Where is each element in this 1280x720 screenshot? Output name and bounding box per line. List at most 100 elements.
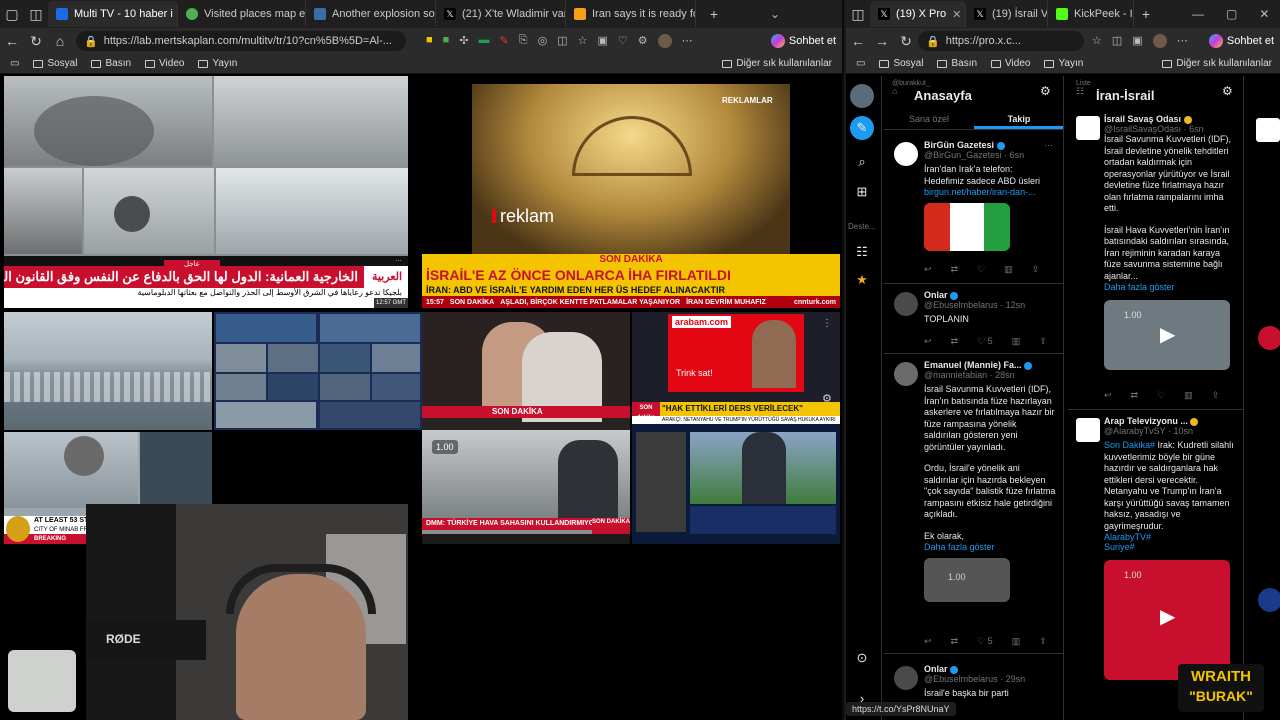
like-icon[interactable]: ♡ 5 [977, 636, 993, 647]
tab-x-pro[interactable]: 𝕏 (19) X Pro ✕ [870, 1, 966, 27]
retweet-icon[interactable]: ⇄ [951, 636, 959, 647]
video-thumbnails[interactable]: 1.00 [924, 558, 1010, 602]
home-icon[interactable]: ⌂ [48, 33, 72, 49]
add-column-icon[interactable]: ⊞ [850, 180, 874, 204]
other-bookmarks[interactable]: Diğer sık kullanılanlar [722, 58, 832, 69]
multi-camera-grid[interactable] [214, 312, 422, 430]
views-icon[interactable]: ▥ [1012, 636, 1021, 647]
compose-icon[interactable]: ✎ [850, 116, 874, 140]
more-vertical-icon[interactable]: ⋮ [822, 318, 832, 329]
collections-icon[interactable]: ▣ [1132, 34, 1142, 48]
other-bookmarks[interactable]: Diğer sık kullanılanlar [1162, 58, 1272, 69]
tweet[interactable]: Emanuel (Mannie) Fa... @manniefabian · 2… [884, 354, 1063, 654]
copilot-button[interactable]: Sohbet et [1208, 34, 1274, 48]
tab-x-wladimir[interactable]: 𝕏 (21) X'te Wladimir van W [436, 1, 566, 27]
refresh-icon[interactable]: ↻ [894, 33, 918, 50]
author-name[interactable]: İsrail Savaş Odası [1104, 114, 1238, 124]
extension-icon[interactable]: ✣ [459, 34, 468, 48]
tab-multitv[interactable]: Multi TV - 10 haber i ✕ [48, 1, 178, 27]
more-icon[interactable]: ⋯ [682, 34, 693, 48]
port-camera-feed[interactable] [4, 312, 212, 430]
playback-speed[interactable]: 1.00 [432, 440, 458, 454]
new-tab-icon[interactable]: + [1134, 6, 1158, 22]
bookmark-folder[interactable]: Yayın [198, 58, 237, 69]
tweet[interactable]: BirGün Gazetesi @BirGun_Gazetesi · 6sn İ… [884, 134, 1063, 284]
retweet-icon[interactable]: ⇄ [1131, 390, 1139, 401]
video-thumbnail[interactable]: 1.00 ▶ [1104, 300, 1230, 370]
retweet-icon[interactable]: ⇄ [951, 336, 959, 347]
tab-for-you[interactable]: Sana özel [884, 110, 974, 129]
author-name[interactable]: Emanuel (Mannie) Fa... [924, 360, 1056, 370]
avatar[interactable] [657, 34, 672, 48]
hashtag[interactable]: AlarabyTV# [1104, 532, 1238, 542]
chevron-down-icon[interactable]: ⌄ [770, 7, 780, 21]
list-icon[interactable]: ☷ [850, 240, 874, 264]
author-name[interactable]: Onlar [924, 664, 1044, 674]
url-field[interactable]: 🔒 https://pro.x.c... [918, 31, 1084, 51]
video-thumbnail[interactable]: 1.00 ▶ [1104, 560, 1230, 680]
refresh-icon[interactable]: ↻ [24, 33, 48, 50]
alarabiya-stream[interactable]: … الخارجية العمانية: الدول لها الحق بالد… [4, 76, 408, 308]
reply-icon[interactable]: ↩ [924, 336, 932, 347]
tweet[interactable]: İsrail Savaş Odası @IsrailSavaşOdası · 6… [1068, 110, 1243, 410]
more-icon[interactable]: ⋯ [1044, 140, 1053, 151]
tweet[interactable]: Onlar @Ebuselmbelarus · 12sn TOPLANIN ↩ ⇄… [884, 284, 1063, 354]
copilot-button[interactable]: Sohbet et [770, 34, 836, 48]
flags-image[interactable] [924, 203, 1010, 251]
settings-icon[interactable]: ⚙ [1222, 84, 1233, 98]
avatar[interactable] [1256, 118, 1280, 142]
more-icon[interactable]: ⋯ [1177, 34, 1188, 48]
bookmark-folder[interactable]: Sosyal [33, 58, 77, 69]
hashtag[interactable]: Suriye# [1104, 542, 1238, 552]
close-window-icon[interactable]: ✕ [1259, 7, 1269, 21]
show-more-link[interactable]: Daha fazla göster [924, 542, 1056, 552]
search-icon[interactable]: ⌕ [850, 150, 874, 174]
back-icon[interactable]: ← [0, 33, 24, 49]
split-screen-icon[interactable]: ◫ [557, 34, 567, 48]
workspaces-icon[interactable]: ◫ [24, 6, 48, 23]
tab-actions-icon[interactable]: ◫ [846, 6, 870, 23]
extension-icon[interactable]: ■ [426, 34, 433, 48]
reading-list-icon[interactable]: ▭ [10, 58, 19, 69]
reply-icon[interactable]: ↩ [924, 264, 932, 275]
like-icon[interactable]: ♡ [1157, 390, 1165, 401]
close-icon[interactable]: ✕ [952, 8, 961, 21]
avatar[interactable] [1152, 34, 1167, 48]
extension-icon[interactable]: ⎘ [519, 34, 528, 48]
avatar[interactable] [850, 84, 874, 108]
reply-icon[interactable]: ↩ [924, 636, 932, 647]
interview-feed[interactable]: SON DAKİKA [422, 312, 630, 430]
extension-icon[interactable]: ✎ [500, 34, 509, 48]
split-screen-icon[interactable]: ◫ [1112, 34, 1122, 48]
reading-list-icon[interactable]: ▭ [856, 58, 865, 69]
play-icon[interactable]: ▶ [1160, 604, 1175, 629]
url-field[interactable]: 🔒 https://lab.mertskaplan.com/multitv/tr… [76, 31, 406, 51]
bookmark-folder[interactable]: Basın [91, 58, 131, 69]
dmm-stream[interactable]: 1.00 DMM: TÜRKİYE HAVA SAHASINI KULLANDI… [422, 430, 630, 544]
tab-explosion-sound[interactable]: Another explosion sound [306, 1, 436, 27]
tab-israel[interactable]: 𝕏 (19) İsrail V [966, 1, 1048, 27]
share-icon[interactable]: ⇪ [1212, 390, 1220, 401]
share-icon[interactable]: ⇪ [1039, 636, 1047, 647]
tab-following[interactable]: Takip [974, 110, 1063, 129]
tweet-link[interactable]: birgun.net/haber/iran-dan-... [924, 187, 1044, 197]
author-name[interactable]: Arap Televizyonu ... [1104, 416, 1238, 426]
bookmark-folder[interactable]: Video [991, 58, 1030, 69]
like-icon[interactable]: ♡ 5 [977, 336, 993, 347]
views-icon[interactable]: ▥ [1184, 390, 1193, 401]
arabam-ad[interactable]: arabam.com Trink sat! ⋮ ⚙ [632, 312, 840, 402]
avatar[interactable] [894, 292, 918, 316]
play-icon[interactable]: ▶ [1160, 322, 1175, 347]
share-icon[interactable]: ⇪ [1032, 264, 1040, 275]
share-icon[interactable]: ⇪ [1039, 336, 1047, 347]
hashtag[interactable]: Son Dakika# [1104, 440, 1155, 450]
settings-icon[interactable]: ⚙ [1040, 84, 1051, 98]
settings-icon[interactable]: ⚙ [638, 34, 648, 48]
retweet-icon[interactable]: ⇄ [951, 264, 959, 275]
ahaber-stream[interactable]: "HAK ETTİKLERİ DERS VERİLECEK" SON dakik… [632, 402, 840, 544]
avatar[interactable] [1076, 418, 1100, 442]
like-icon[interactable]: ♡ [977, 264, 985, 275]
bookmark-folder[interactable]: Yayın [1044, 58, 1083, 69]
bookmark-folder[interactable]: Sosyal [879, 58, 923, 69]
cnnturk-stream[interactable]: REKLAMLAR reklam SON DAKİKA İSRAİL'E AZ … [422, 76, 840, 308]
